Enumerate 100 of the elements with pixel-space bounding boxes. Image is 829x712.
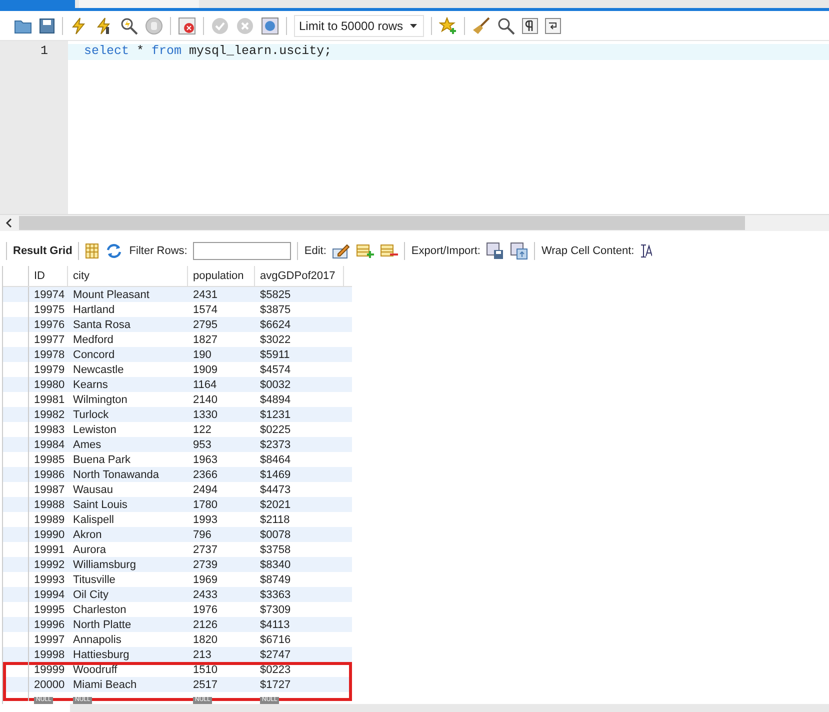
lightning-cursor-icon[interactable] [95,16,113,35]
save-icon[interactable] [39,18,55,34]
table-cell-text: $2747 [259,648,292,661]
table-cell-text: 2366 [192,468,218,481]
table-cell-text: 19994 [33,588,66,601]
table-cell-text: $8749 [259,574,292,586]
table-cell-text: 19976 [33,318,66,331]
table-cell-text: 1827 [192,334,218,346]
table-cell-text: Hattiesburg [72,648,130,661]
table-cell-text: 1164 [192,378,218,391]
table-cell-text: 1969 [192,574,218,586]
table-cell-text: 1993 [192,514,218,526]
table-cell-text: 19978 [33,348,66,361]
import-icon[interactable] [510,242,528,260]
table-cell-text: 2433 [192,588,218,601]
scrollbar-thumb[interactable] [19,216,745,230]
filter-rows-field[interactable] [193,242,292,260]
grid-columns-icon[interactable] [85,243,100,260]
table-cell-text: $2021 [259,498,292,511]
table-cell-text: 1909 [192,364,218,376]
limit-dropdown[interactable]: Limit to 50000 rows [294,14,424,37]
folder-icon[interactable] [14,18,32,34]
table-cell-text: $0225 [259,424,292,436]
table-cell-text: Woodruff [72,664,118,676]
table-cell-text: 19995 [33,604,66,616]
table-cell-text: 19977 [33,334,66,346]
column-header[interactable]: ID [29,266,68,286]
table-cell-text: 2739 [192,558,218,571]
star-plus-icon[interactable] [439,16,457,35]
table-cell-text: 2494 [192,484,218,496]
table-cell-text: Wausau [72,484,114,496]
edit-pencil-icon[interactable] [332,243,350,260]
table-cell-text: Miami Beach [72,678,138,691]
add-row-icon[interactable] [356,243,374,260]
table-cell-text: 19984 [33,438,66,451]
scroll-left-icon[interactable] [5,218,13,228]
refresh-icon[interactable] [105,243,124,260]
table-cell-text: 19983 [33,424,66,436]
table-cell-text: $3363 [259,588,292,601]
text-wrap-icon[interactable] [640,244,652,258]
table-cell-text: 19985 [33,454,66,466]
table-cell-text: Annapolis [72,634,122,646]
table-cell-text: Ames [72,438,102,451]
column-header[interactable]: city [68,266,188,286]
table-cell-text: 19974 [33,288,66,301]
table-cell-text: 2431 [192,288,218,301]
table-cell-text: $0223 [259,664,292,676]
wrap-cell-content-label: Wrap Cell Content: [541,245,634,258]
table-cell-text: 19982 [33,408,66,421]
table-cell-text: Turlock [72,408,110,421]
table-cell-text: $3022 [259,334,292,346]
table-cell-text: Oil City [72,588,110,601]
table-cell-text: Williamsburg [72,558,137,571]
table-cell-text: $5911 [259,348,291,361]
table-cell-text: 19996 [33,618,66,631]
export-icon[interactable] [486,242,504,260]
table-cell-text: North Platte [72,618,132,631]
table-cell-text: 19986 [33,468,66,481]
table-cell-text: Lewiston [72,424,118,436]
table-cell-text: $0078 [259,528,292,541]
table-cell-text: Charleston [72,604,128,616]
edit-label: Edit: [304,245,326,258]
table-cell-text: $4113 [259,618,291,631]
table-cell-text: 122 [192,424,212,436]
table-cell-text: 796 [192,528,212,541]
table-cell-text: Concord [72,348,116,361]
table-cell-text: 19992 [33,558,66,571]
table-cell-text: 2517 [192,678,218,691]
caret-icon[interactable] [410,24,417,28]
table-cell-text: Aurora [72,544,108,556]
delete-row-icon[interactable] [380,243,398,260]
pilcrow-icon[interactable] [522,18,538,34]
wrap-icon[interactable] [545,18,561,34]
table-cell-text: Medford [72,334,114,346]
table-cell-text: $4473 [259,484,292,496]
table-cell-text: 19998 [33,648,66,661]
table-cell-text: 2126 [192,618,218,631]
stop-error-icon[interactable] [178,16,196,35]
table-cell-text: $8464 [259,454,292,466]
column-header[interactable]: avgGDPof2017 [255,266,344,286]
check-icon[interactable] [211,16,229,35]
column-header[interactable]: population [188,266,255,286]
lightning-icon[interactable] [70,16,88,35]
broom-icon[interactable] [472,16,490,35]
search-icon[interactable] [497,16,515,35]
table-cell-text: 1976 [192,604,218,616]
table-cell-text: 2140 [192,394,218,406]
table-cell-text: 1780 [192,498,218,511]
table-cell-text: 19991 [33,544,66,556]
table-cell-text: $1727 [259,678,292,691]
table-cell-text: 213 [192,648,212,661]
table-cell-text: Santa Rosa [72,318,132,331]
table-cell-text: 19979 [33,364,66,376]
magnifier-lightning-icon[interactable] [120,16,138,35]
table-cell-text: $6624 [259,318,292,331]
table-cell-text: 19988 [33,498,66,511]
line-number: 1 [39,44,49,60]
table-cell-text: Akron [72,528,103,541]
table-cell-text: Kearns [72,378,109,391]
table-cell-text: $1231 [259,408,292,421]
